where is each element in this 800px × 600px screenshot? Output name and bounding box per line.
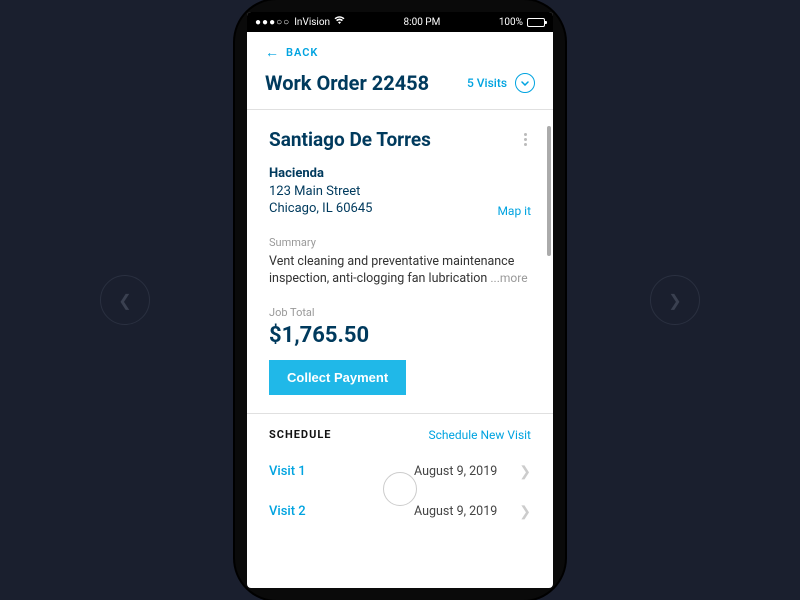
summary-text: Vent cleaning and preventative maintenan… xyxy=(269,253,531,288)
city-state-zip: Chicago, IL 60645 xyxy=(269,200,372,218)
job-total-label: Job Total xyxy=(269,306,531,319)
summary-more-link[interactable]: ...more xyxy=(490,271,527,285)
schedule-header: SCHEDULE Schedule New Visit xyxy=(247,414,553,452)
app-content: ← BACK Work Order 22458 5 Visits Santiag… xyxy=(247,32,553,588)
summary-label: Summary xyxy=(269,236,531,249)
page-title: Work Order 22458 xyxy=(265,71,429,95)
chevron-right-icon: ❯ xyxy=(668,291,681,310)
battery-percent-label: 100% xyxy=(499,17,523,28)
summary-body: Vent cleaning and preventative maintenan… xyxy=(269,254,514,287)
battery-icon xyxy=(527,18,545,27)
visit-name: Visit 2 xyxy=(269,504,339,519)
work-order-card: Santiago De Torres Hacienda 123 Main Str… xyxy=(247,110,553,413)
visit-date: August 9, 2019 xyxy=(351,504,507,519)
status-bar: ●●●○○ InVision 8:00 PM 100% xyxy=(247,12,553,32)
street-address: 123 Main Street xyxy=(269,183,372,201)
chevron-right-icon: ❯ xyxy=(519,504,531,520)
back-arrow-icon: ← xyxy=(265,44,280,61)
visit-name: Visit 1 xyxy=(269,464,339,479)
dot-icon xyxy=(524,138,527,141)
address-block: Hacienda 123 Main Street Chicago, IL 606… xyxy=(269,165,372,218)
clock-label: 8:00 PM xyxy=(404,17,441,28)
title-row: Work Order 22458 5 Visits xyxy=(247,67,553,109)
visit-row[interactable]: Visit 2 August 9, 2019 ❯ xyxy=(247,492,553,532)
customer-name: Santiago De Torres xyxy=(269,128,431,151)
gallery-next-button[interactable]: ❯ xyxy=(650,275,700,325)
job-total-amount: $1,765.50 xyxy=(269,323,531,348)
dot-icon xyxy=(524,143,527,146)
map-it-link[interactable]: Map it xyxy=(497,204,531,218)
signal-dots-icon: ●●●○○ xyxy=(255,17,290,28)
phone-frame: ●●●○○ InVision 8:00 PM 100% ← BACK Work … xyxy=(235,0,565,600)
chevron-down-circle-icon xyxy=(515,73,535,93)
back-label: BACK xyxy=(286,46,318,59)
visit-date: August 9, 2019 xyxy=(351,464,507,479)
schedule-new-visit-link[interactable]: Schedule New Visit xyxy=(428,428,531,442)
schedule-title: SCHEDULE xyxy=(269,428,331,441)
visit-row[interactable]: Visit 1 August 9, 2019 ❯ xyxy=(247,452,553,492)
phone-screen: ●●●○○ InVision 8:00 PM 100% ← BACK Work … xyxy=(247,12,553,588)
gallery-prev-button[interactable]: ❮ xyxy=(100,275,150,325)
location-name: Hacienda xyxy=(269,165,372,183)
scrollbar-thumb[interactable] xyxy=(547,126,551,256)
dot-icon xyxy=(524,133,527,136)
back-button[interactable]: ← BACK xyxy=(247,32,553,67)
wifi-icon xyxy=(334,16,345,28)
collect-payment-button[interactable]: Collect Payment xyxy=(269,360,406,395)
overflow-menu-button[interactable] xyxy=(520,129,531,150)
carrier-label: InVision xyxy=(294,17,330,28)
chevron-left-icon: ❮ xyxy=(118,291,131,310)
chevron-right-icon: ❯ xyxy=(519,464,531,480)
visits-count-label: 5 Visits xyxy=(467,76,507,90)
visits-dropdown[interactable]: 5 Visits xyxy=(467,73,535,93)
